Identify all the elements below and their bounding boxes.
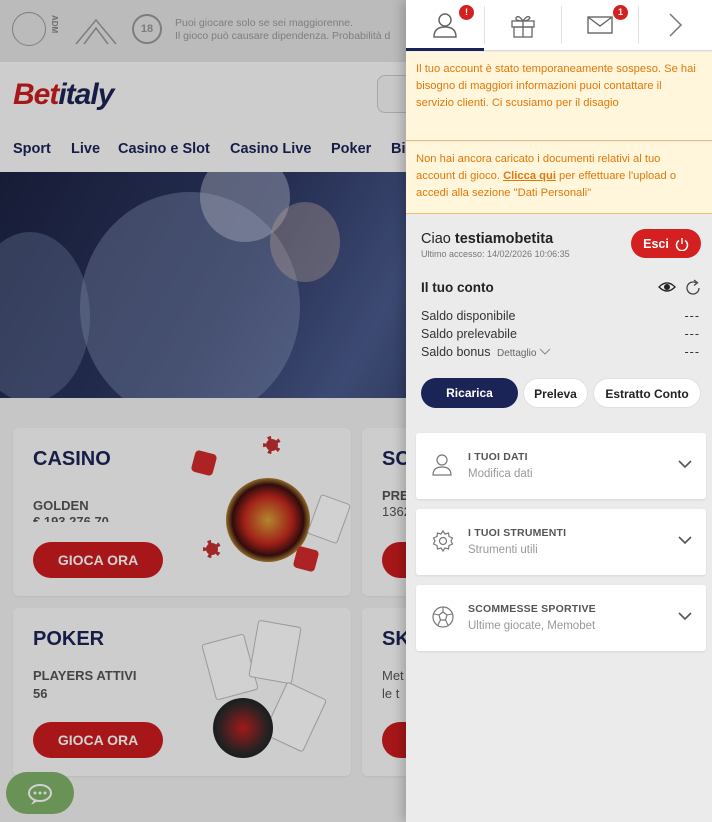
chevron-down-icon [678,536,692,545]
bonus-balance-label: Saldo bonus Dettaglio [421,345,551,359]
chevron-down-icon [539,348,551,355]
deposit-button[interactable]: Ricarica [421,378,518,408]
user-icon [432,454,452,476]
account-alert-badge: ! [459,5,474,20]
gift-icon [510,15,535,38]
account-suspended-notice: Il tuo account è stato temporaneamente s… [406,52,712,141]
username: testiamobetita [454,231,554,247]
active-tab-indicator [406,48,484,51]
logout-button[interactable]: Esci [631,229,701,258]
section-subtitle: Ultime giocate, Memobet [468,620,596,632]
section-your-tools[interactable]: I TUOI STRUMENTI Strumenti utili [416,509,706,575]
statement-button[interactable]: Estratto Conto [593,378,701,408]
section-title: I TUOI STRUMENTI [468,527,567,539]
messages-count-badge: 1 [613,5,628,20]
section-sports-bets[interactable]: SCOMMESSE SPORTIVE Ultime giocate, Memob… [416,585,706,651]
panel-tabs: ! 1 [406,0,712,51]
chevron-down-icon [678,612,692,621]
gear-icon [432,530,454,552]
section-subtitle: Strumenti utili [468,544,538,556]
tab-next[interactable] [638,0,712,50]
backdrop-overlay[interactable] [0,0,406,822]
upload-link[interactable]: Clicca qui [503,170,556,182]
tab-messages[interactable]: 1 [561,0,638,50]
available-balance-value: --- [684,309,700,323]
eye-icon[interactable] [658,280,676,294]
bonus-balance-value: --- [684,345,700,359]
soccer-ball-icon [432,606,454,628]
bonus-detail-toggle[interactable]: Dettaglio [497,348,551,359]
available-balance-label: Saldo disponibile [421,309,516,323]
user-icon [432,13,457,38]
withdrawable-balance-value: --- [684,327,700,341]
account-balance-title: Il tuo conto [421,280,494,295]
withdrawable-balance-label: Saldo prelevabile [421,327,517,341]
last-access: Ultimo accesso: 14/02/2026 10:06:35 [421,249,570,259]
tab-account[interactable]: ! [406,0,483,50]
account-panel: ! 1 Il tuo account è stato temporaneamen… [406,0,712,822]
greeting: Ciao testiamobetita [421,231,554,247]
section-subtitle: Modifica dati [468,468,533,480]
tab-gifts[interactable] [484,0,561,50]
section-title: SCOMMESSE SPORTIVE [468,603,596,615]
envelope-icon [586,16,613,34]
documents-notice: Non hai ancora caricato i documenti rela… [406,142,712,214]
power-icon [675,237,689,251]
chevron-down-icon [678,460,692,469]
refresh-icon[interactable] [684,279,702,297]
withdraw-button[interactable]: Preleva [523,378,588,408]
section-your-data[interactable]: I TUOI DATI Modifica dati [416,433,706,499]
section-title: I TUOI DATI [468,451,528,463]
chevron-right-icon [669,13,683,37]
